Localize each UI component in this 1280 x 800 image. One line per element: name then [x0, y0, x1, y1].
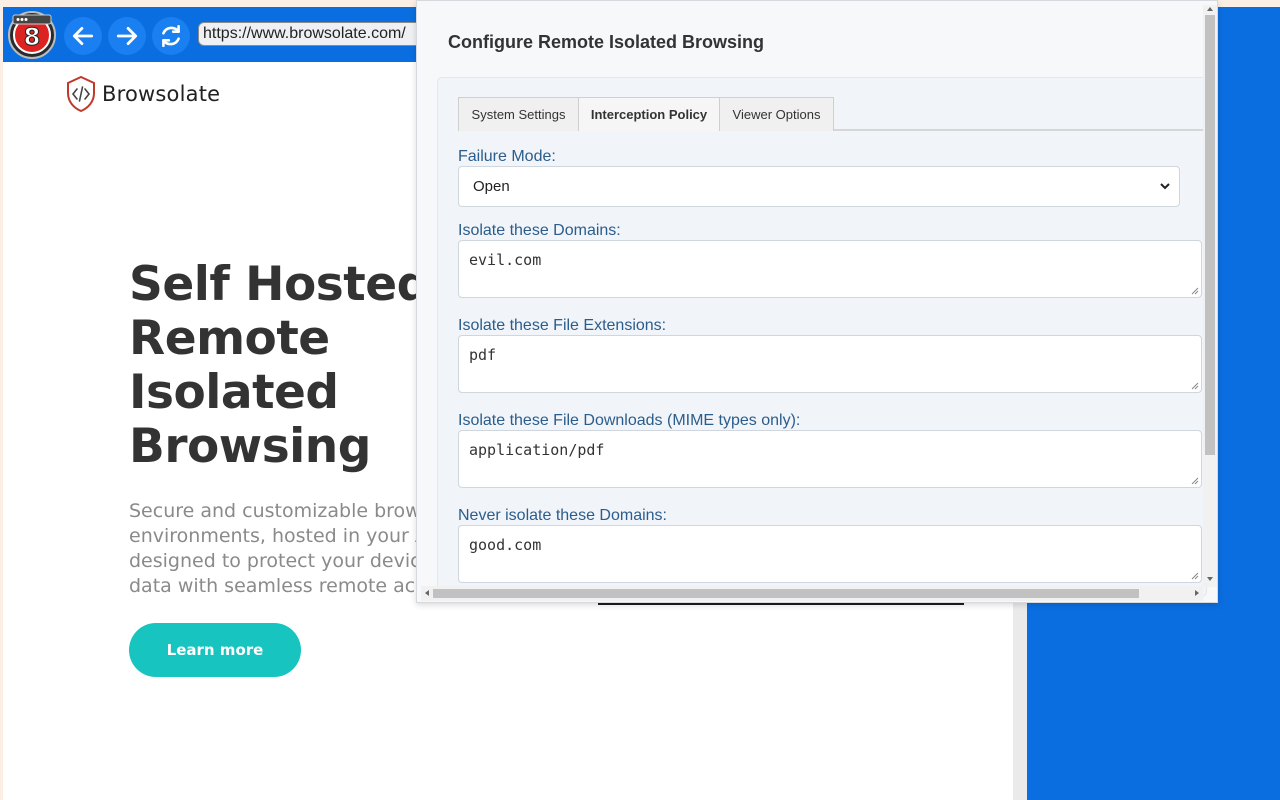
popup-vertical-scrollbar[interactable] — [1203, 5, 1217, 587]
forward-button[interactable] — [108, 17, 146, 55]
url-bar[interactable]: https://www.browsolate.com/ — [198, 22, 428, 46]
scroll-left-icon[interactable] — [423, 589, 431, 597]
browser-toolbar: 8 https://www.browsolate.com/ — [3, 7, 428, 62]
never-isolate-domains-field[interactable]: good.com — [458, 525, 1202, 583]
config-popup: Configure Remote Isolated Browsing Syste… — [416, 0, 1218, 603]
failure-mode-value: Open — [473, 178, 510, 195]
never-isolate-domains-label: Never isolate these Domains: — [458, 507, 667, 524]
badge-number: 8 — [24, 23, 41, 51]
scroll-up-icon[interactable] — [1206, 5, 1214, 13]
isolate-extensions-label: Isolate these File Extensions: — [458, 317, 667, 334]
isolate-extensions-value: pdf — [469, 346, 497, 364]
forward-arrow-icon — [116, 27, 138, 45]
isolate-downloads-field[interactable]: application/pdf — [458, 430, 1202, 488]
vertical-scroll-thumb[interactable] — [1205, 15, 1215, 455]
horizontal-scroll-thumb[interactable] — [433, 589, 1139, 598]
resize-grip-icon[interactable] — [1190, 571, 1199, 580]
scroll-right-icon[interactable] — [1193, 589, 1201, 597]
learn-more-button[interactable]: Learn more — [129, 623, 301, 677]
settings-card: System Settings Interception Policy View… — [437, 77, 1207, 597]
tab-system-settings[interactable]: System Settings — [458, 97, 579, 131]
isolate-downloads-label: Isolate these File Downloads (MIME types… — [458, 412, 801, 429]
back-button[interactable] — [64, 17, 102, 55]
failure-mode-label: Failure Mode: — [458, 148, 556, 165]
reload-button[interactable] — [152, 17, 190, 55]
brand-name: Browsolate — [102, 82, 221, 106]
never-isolate-domains-value: good.com — [469, 536, 542, 554]
popup-horizontal-scrollbar[interactable] — [421, 586, 1203, 601]
back-arrow-icon — [72, 27, 94, 45]
isolate-domains-value: evil.com — [469, 251, 542, 269]
site-brand[interactable]: Browsolate — [66, 76, 220, 112]
chevron-down-icon — [1160, 183, 1170, 190]
resize-grip-icon[interactable] — [1190, 381, 1199, 390]
isolate-extensions-field[interactable]: pdf — [458, 335, 1202, 393]
scroll-down-icon[interactable] — [1206, 575, 1214, 583]
extension-badge-icon[interactable]: 8 — [7, 10, 57, 60]
tab-interception-policy[interactable]: Interception Policy — [578, 97, 720, 131]
isolate-domains-label: Isolate these Domains: — [458, 222, 621, 239]
resize-grip-icon[interactable] — [1190, 286, 1199, 295]
isolate-domains-field[interactable]: evil.com — [458, 240, 1202, 298]
resize-grip-icon[interactable] — [1190, 476, 1199, 485]
popup-title: Configure Remote Isolated Browsing — [448, 32, 765, 52]
tab-bar: System Settings Interception Policy View… — [458, 97, 1203, 131]
reload-icon — [162, 24, 180, 48]
isolate-downloads-value: application/pdf — [469, 441, 605, 459]
shield-code-icon — [67, 76, 95, 112]
tab-viewer-options[interactable]: Viewer Options — [719, 97, 834, 131]
failure-mode-select[interactable]: Open — [458, 166, 1180, 207]
